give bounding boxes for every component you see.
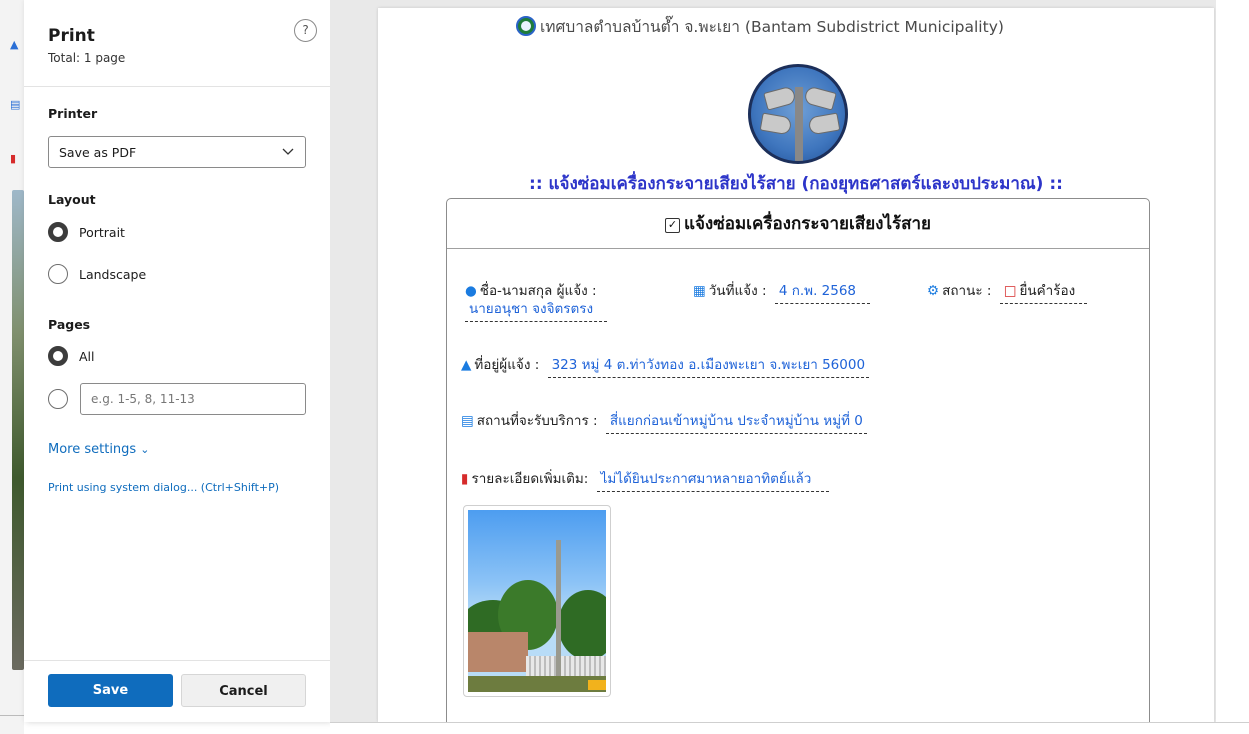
landscape-radio[interactable] (48, 264, 68, 284)
pages-all-label: All (79, 348, 95, 364)
print-title: Print (48, 26, 95, 46)
reporter-value-wrap: นายอนุชา จงจิตรตรง (465, 297, 608, 322)
status-label: สถานะ : (942, 283, 992, 299)
portrait-radio[interactable] (48, 222, 68, 242)
more-settings-link[interactable]: More settings ⌄ (48, 442, 149, 457)
pages-all-radio[interactable] (48, 346, 68, 366)
printer-value: Save as PDF (59, 145, 137, 160)
layout-portrait-option[interactable]: Portrait (48, 221, 125, 243)
status-value-wrap: □ ยื่นคำร้อง (999, 279, 1088, 304)
address-field: ▲ ที่อยู่ผู้แจ้ง : 323 หมู่ 4 ต.ท่าวังทอง… (461, 353, 870, 378)
date-value: 4 ก.พ. 2568 (774, 279, 871, 304)
calendar-icon: ▦ (693, 283, 706, 299)
cancel-button[interactable]: Cancel (181, 674, 306, 707)
document-icon: ▮ (461, 471, 469, 487)
home-icon: ▲ (461, 357, 472, 373)
portrait-label: Portrait (79, 224, 125, 240)
right-gutter (1216, 0, 1249, 722)
service-value: สี่แยกก่อนเข้าหมู่บ้าน ประจำหมู่บ้าน หมู… (605, 409, 867, 434)
date-label: วันที่แจ้ง : (708, 283, 767, 299)
municipality-logo (516, 16, 536, 36)
total-pages: Total: 1 page (48, 51, 126, 65)
chevron-down-icon: ⌄ (140, 443, 150, 456)
details-label: รายละเอียดเพิ่มเติม: (471, 471, 589, 487)
municipality-name: เทศบาลตำบลบ้านต๊ำ จ.พะเยา (Bantam Subdis… (540, 18, 1004, 36)
card-title: ✓ แจ้งซ่อมเครื่องกระจายเสียงไร้สาย (447, 199, 1149, 249)
status-value: ยื่นคำร้อง (1019, 283, 1076, 299)
pages-label: Pages (48, 317, 91, 332)
municipality-header: เทศบาลตำบลบ้านต๊ำ จ.พะเยา (Bantam Subdis… (516, 14, 1004, 39)
pages-custom-radio[interactable] (48, 389, 68, 409)
layout-landscape-option[interactable]: Landscape (48, 263, 146, 285)
card-title-text: แจ้งซ่อมเครื่องกระจายเสียงไร้สาย (683, 214, 932, 234)
background-photo (12, 190, 24, 670)
system-dialog-link[interactable]: Print using system dialog... (Ctrl+Shift… (48, 481, 279, 494)
service-field: ▤ สถานที่จะรับบริการ : สี่แยกก่อนเข้าหมู่… (461, 409, 867, 434)
address-label: ที่อยู่ผู้แจ้ง : (474, 357, 540, 373)
building-icon: ▤ (10, 98, 21, 111)
page-heading: :: แจ้งซ่อมเครื่องกระจายเสียงไร้สาย (กอง… (529, 174, 1063, 194)
document-icon: ▮ (10, 152, 17, 165)
details-field: ▮ รายละเอียดเพิ่มเติม: ไม่ได้ยินประกาศมาห… (461, 467, 830, 492)
help-button[interactable]: ? (294, 19, 317, 42)
background-page-edge: ▲ ▤ ▮ (0, 0, 24, 734)
printer-label: Printer (48, 106, 98, 121)
speaker-logo (748, 64, 848, 164)
attached-photo (463, 505, 611, 697)
building-icon: ▤ (461, 413, 474, 429)
pages-all-option[interactable]: All (48, 345, 95, 367)
reporter-value: นายอนุชา จงจิตรตรง (465, 297, 608, 322)
print-panel: Print Total: 1 page ? Printer Save as PD… (24, 0, 330, 722)
chevron-down-icon (282, 148, 294, 155)
bottom-edge (330, 722, 1249, 734)
file-icon: □ (1003, 283, 1017, 299)
landscape-label: Landscape (79, 266, 147, 282)
status-field: ⚙ สถานะ : □ ยื่นคำร้อง (927, 279, 1088, 304)
checklist-icon: ✓ (664, 218, 680, 233)
more-settings-label: More settings (48, 442, 137, 457)
service-label: สถานที่จะรับบริการ : (476, 413, 598, 429)
date-field: ▦ วันที่แจ้ง : 4 ก.พ. 2568 (693, 279, 871, 304)
request-card: ✓ แจ้งซ่อมเครื่องกระจายเสียงไร้สาย ● ชื่อ-… (446, 198, 1150, 734)
printer-select[interactable]: Save as PDF (48, 136, 306, 168)
preview-page: เทศบาลตำบลบ้านต๊ำ จ.พะเยา (Bantam Subdis… (378, 8, 1214, 734)
gear-icon: ⚙ (927, 283, 940, 299)
pages-custom-option[interactable] (48, 388, 68, 410)
print-preview: เทศบาลตำบลบ้านต๊ำ จ.พะเยา (Bantam Subdis… (330, 0, 1249, 734)
pages-range-input[interactable]: e.g. 1-5, 8, 11-13 (80, 383, 306, 415)
home-icon: ▲ (10, 38, 19, 51)
address-value: 323 หมู่ 4 ต.ท่าวังทอง อ.เมืองพะเยา จ.พะ… (547, 353, 870, 378)
layout-label: Layout (48, 192, 96, 207)
details-value: ไม่ได้ยินประกาศมาหลายอาทิตย์แล้ว (596, 467, 830, 492)
save-button[interactable]: Save (48, 674, 173, 707)
